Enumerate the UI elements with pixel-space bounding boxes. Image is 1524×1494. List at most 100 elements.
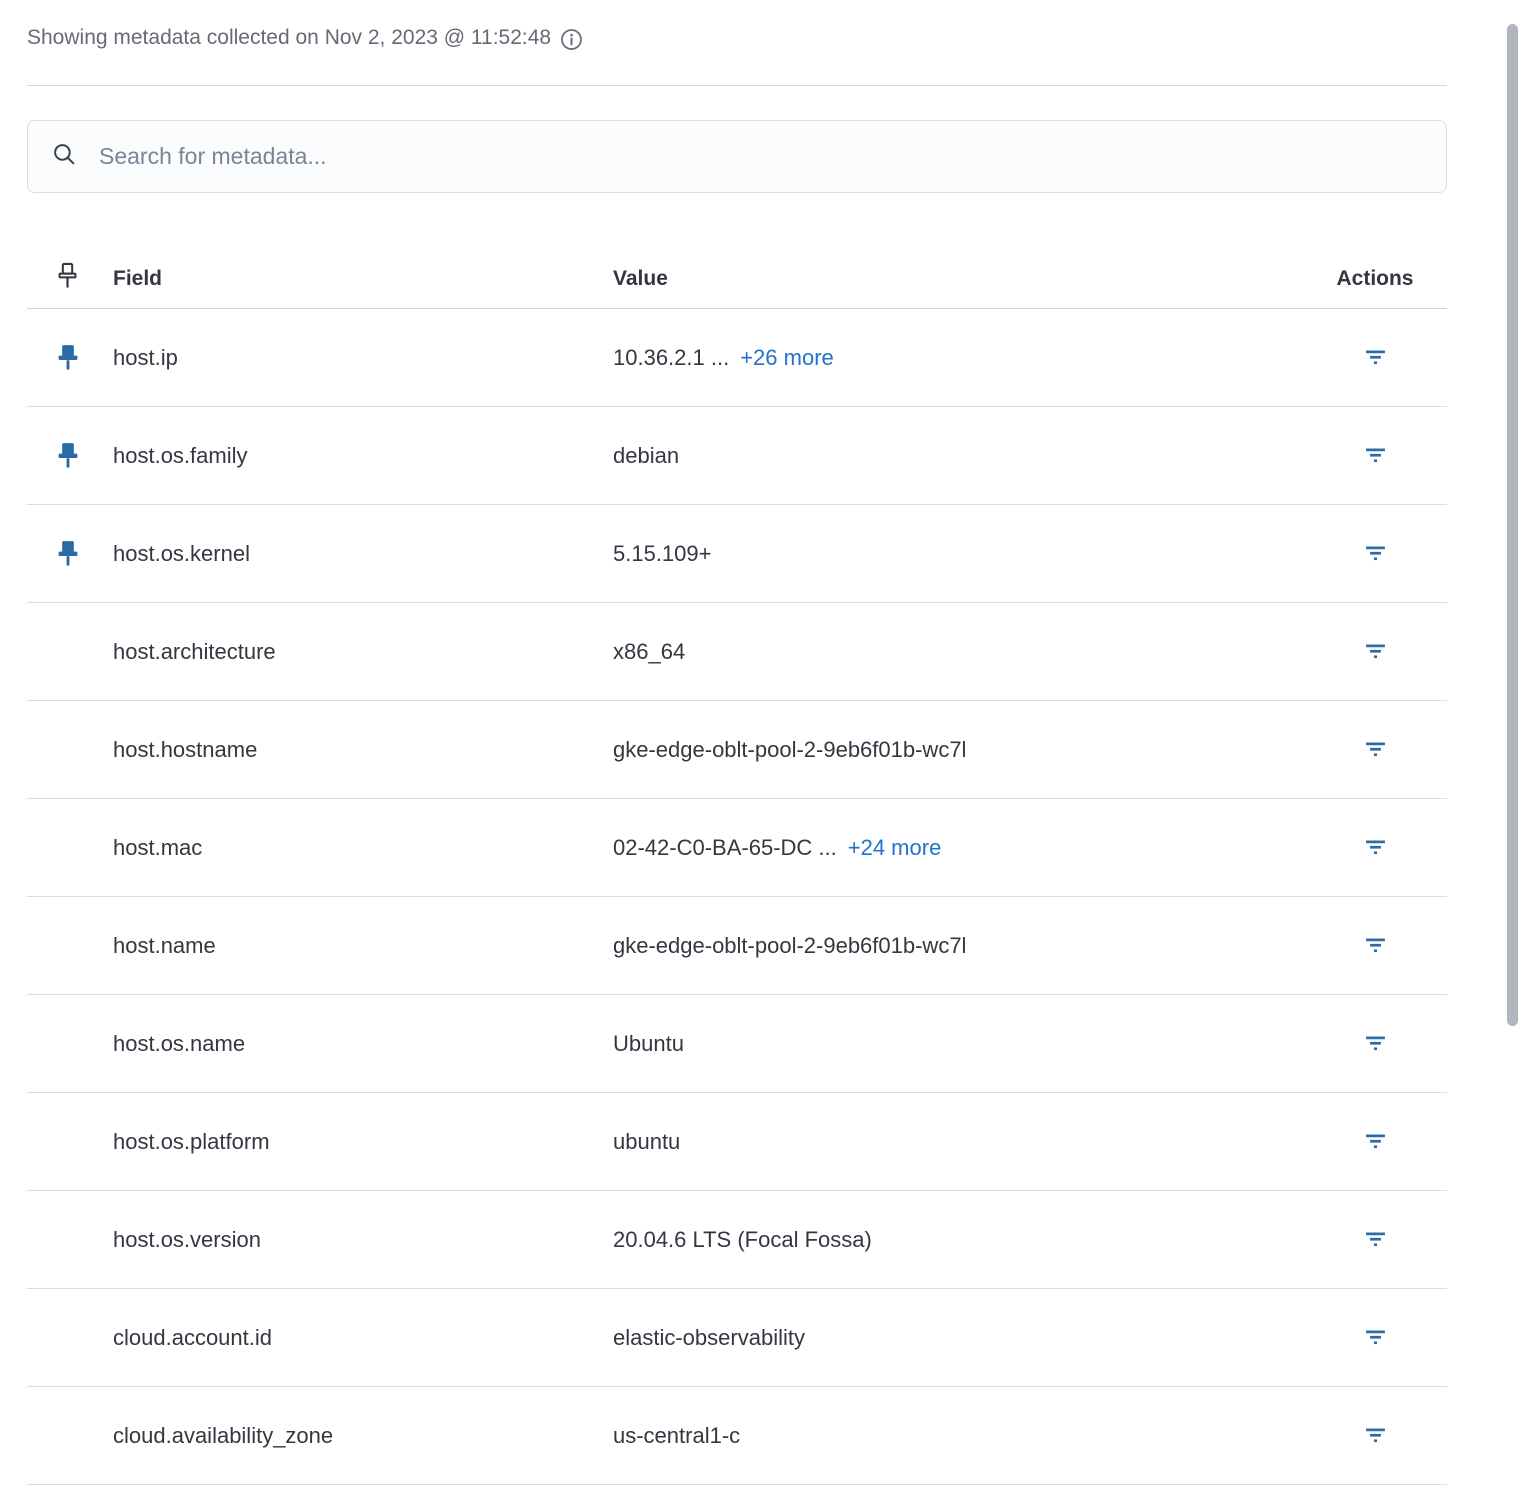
filter-icon[interactable]	[1364, 640, 1387, 663]
value-cell: gke-edge-oblt-pool-2-9eb6f01b-wc7l	[613, 933, 1303, 959]
pin-cell	[27, 834, 113, 862]
actions-cell	[1303, 1032, 1447, 1055]
field-value: gke-edge-oblt-pool-2-9eb6f01b-wc7l	[613, 737, 966, 763]
table-row: host.os.name Ubuntu	[27, 995, 1447, 1093]
filter-icon[interactable]	[1364, 444, 1387, 467]
field-name: cloud.availability_zone	[113, 1423, 613, 1449]
filter-icon[interactable]	[1364, 934, 1387, 957]
pin-cell	[27, 540, 113, 568]
status-row: Showing metadata collected on Nov 2, 202…	[27, 24, 1447, 52]
value-cell: elastic-observability	[613, 1325, 1303, 1351]
filter-icon[interactable]	[1364, 346, 1387, 369]
field-name: host.name	[113, 933, 613, 959]
pin-cell	[27, 932, 113, 960]
scrollbar-track[interactable]	[1506, 24, 1524, 1494]
pin-cell	[27, 1226, 113, 1254]
pin-icon[interactable]	[55, 442, 81, 470]
value-cell: x86_64	[613, 639, 1303, 665]
field-value: 5.15.109+	[613, 541, 711, 567]
pin-icon[interactable]	[55, 540, 81, 568]
search-icon	[52, 142, 77, 172]
actions-cell	[1303, 934, 1447, 957]
value-cell: Ubuntu	[613, 1031, 1303, 1057]
search-input[interactable]	[99, 143, 1422, 170]
field-name: host.ip	[113, 345, 613, 371]
filter-icon[interactable]	[1364, 1032, 1387, 1055]
pin-cell	[27, 344, 113, 372]
actions-cell	[1303, 640, 1447, 663]
pin-cell	[27, 1324, 113, 1352]
pin-outline-icon	[55, 262, 80, 295]
field-value: ubuntu	[613, 1129, 680, 1155]
field-name: host.os.name	[113, 1031, 613, 1057]
more-link[interactable]: +24 more	[848, 835, 942, 861]
pin-cell	[27, 1422, 113, 1450]
metadata-table: Field Value Actions host.ip 10.36.2.1 ..…	[27, 249, 1447, 1485]
table-row: host.os.platform ubuntu	[27, 1093, 1447, 1191]
pin-cell	[27, 736, 113, 764]
table-row: host.ip 10.36.2.1 ... +26 more	[27, 309, 1447, 407]
actions-cell	[1303, 738, 1447, 761]
actions-cell	[1303, 1228, 1447, 1251]
pin-cell	[27, 442, 113, 470]
pin-cell	[27, 1030, 113, 1058]
value-cell: us-central1-c	[613, 1423, 1303, 1449]
table-row: cloud.availability_zone us-central1-c	[27, 1387, 1447, 1485]
filter-icon[interactable]	[1364, 738, 1387, 761]
divider	[27, 85, 1447, 86]
field-value: 20.04.6 LTS (Focal Fossa)	[613, 1227, 872, 1253]
value-cell: 5.15.109+	[613, 541, 1303, 567]
value-cell: gke-edge-oblt-pool-2-9eb6f01b-wc7l	[613, 737, 1303, 763]
actions-cell	[1303, 346, 1447, 369]
field-name: host.mac	[113, 835, 613, 861]
actions-column-header: Actions	[1303, 267, 1447, 291]
field-value: us-central1-c	[613, 1423, 740, 1449]
field-value: Ubuntu	[613, 1031, 684, 1057]
filter-icon[interactable]	[1364, 1326, 1387, 1349]
pin-icon[interactable]	[55, 344, 81, 372]
field-name: host.architecture	[113, 639, 613, 665]
scrollbar-thumb[interactable]	[1507, 24, 1518, 1026]
field-name: host.os.version	[113, 1227, 613, 1253]
field-name: host.os.family	[113, 443, 613, 469]
value-column-header: Value	[613, 267, 1303, 291]
actions-cell	[1303, 1130, 1447, 1153]
actions-cell	[1303, 542, 1447, 565]
value-cell: 20.04.6 LTS (Focal Fossa)	[613, 1227, 1303, 1253]
filter-icon[interactable]	[1364, 1228, 1387, 1251]
table-body: host.ip 10.36.2.1 ... +26 more	[27, 309, 1447, 1485]
value-cell: ubuntu	[613, 1129, 1303, 1155]
filter-icon[interactable]	[1364, 1424, 1387, 1447]
table-row: host.mac 02-42-C0-BA-65-DC ... +24 more	[27, 799, 1447, 897]
filter-icon[interactable]	[1364, 836, 1387, 859]
table-row: host.os.kernel 5.15.109+	[27, 505, 1447, 603]
field-column-header: Field	[113, 267, 613, 291]
field-name: host.os.kernel	[113, 541, 613, 567]
filter-icon[interactable]	[1364, 542, 1387, 565]
filter-icon[interactable]	[1364, 1130, 1387, 1153]
info-icon[interactable]	[560, 28, 583, 51]
more-link[interactable]: +26 more	[740, 345, 834, 371]
actions-cell	[1303, 1424, 1447, 1447]
status-text: Showing metadata collected on Nov 2, 202…	[27, 26, 551, 50]
field-name: host.hostname	[113, 737, 613, 763]
field-value: debian	[613, 443, 679, 469]
actions-cell	[1303, 836, 1447, 859]
value-cell: 02-42-C0-BA-65-DC ... +24 more	[613, 835, 1303, 861]
field-value: elastic-observability	[613, 1325, 805, 1351]
metadata-panel: Showing metadata collected on Nov 2, 202…	[0, 24, 1524, 1485]
table-row: cloud.account.id elastic-observability	[27, 1289, 1447, 1387]
field-value: gke-edge-oblt-pool-2-9eb6f01b-wc7l	[613, 933, 966, 959]
field-value: 10.36.2.1 ...	[613, 345, 729, 371]
pin-column-header	[27, 262, 113, 295]
table-row: host.architecture x86_64	[27, 603, 1447, 701]
actions-cell	[1303, 1326, 1447, 1349]
pin-cell	[27, 638, 113, 666]
field-value: 02-42-C0-BA-65-DC ...	[613, 835, 837, 861]
pin-cell	[27, 1128, 113, 1156]
field-name: cloud.account.id	[113, 1325, 613, 1351]
table-row: host.hostname gke-edge-oblt-pool-2-9eb6f…	[27, 701, 1447, 799]
search-box	[27, 120, 1447, 193]
table-row: host.os.family debian	[27, 407, 1447, 505]
table-row: host.os.version 20.04.6 LTS (Focal Fossa…	[27, 1191, 1447, 1289]
